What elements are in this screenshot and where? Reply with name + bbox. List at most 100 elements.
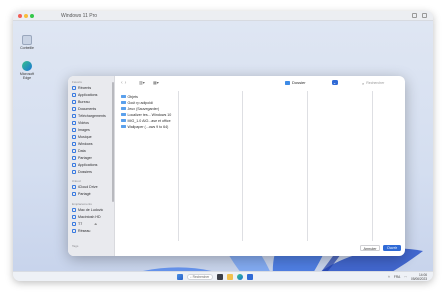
- taskbar-search[interactable]: ⌕ Rechercher: [187, 274, 213, 280]
- desktop-icon-label: Corbeille: [20, 46, 34, 50]
- laptop-icon: [72, 208, 76, 212]
- task-view-icon[interactable]: [217, 274, 223, 280]
- eject-icon[interactable]: ⏏: [94, 222, 97, 226]
- dialog-footer: Annuler Ouvrir: [115, 241, 405, 256]
- folder-icon: [285, 80, 290, 85]
- sidebar-heading: Favoris: [72, 80, 82, 84]
- music-icon: [72, 135, 76, 139]
- sidebar-item-mac[interactable]: Mac de Ludovic: [72, 207, 103, 213]
- sidebar-heading: iCloud: [72, 179, 81, 183]
- location-label: Dossier: [292, 80, 306, 85]
- file-row[interactable]: Goùt rp adipoldi: [121, 100, 177, 105]
- taskbar: ⌕ Rechercher ˄ FRA ◠ 14:06 05/06/2023: [13, 271, 433, 281]
- folder-icon: [121, 112, 126, 117]
- forward-button[interactable]: ›: [125, 80, 127, 86]
- file-row[interactable]: MIG_1.0 AIO...ase et office: [121, 118, 177, 123]
- download-icon: [72, 114, 76, 118]
- share-icon[interactable]: [422, 13, 427, 18]
- cancel-button[interactable]: Annuler: [360, 245, 380, 251]
- sidebar-item-downloads[interactable]: Téléchargements: [72, 113, 106, 119]
- desktop-icon-label: Microsoft Edge: [19, 72, 35, 80]
- back-button[interactable]: ‹: [121, 80, 123, 86]
- sidebar-item-macintosh-hd[interactable]: Macintosh HD: [72, 214, 101, 220]
- desktop-icon-recycle-bin[interactable]: Corbeille: [17, 35, 37, 50]
- sidebar-item-share[interactable]: Partager: [72, 155, 92, 161]
- browser-column[interactable]: [180, 91, 243, 241]
- location-popup[interactable]: Dossier ⌄: [285, 80, 338, 85]
- folder-icon: [72, 142, 76, 146]
- edge-icon: [22, 61, 32, 71]
- sidebar-heading: Emplacements: [72, 202, 92, 206]
- dialog-sidebar: Favoris Récents Applications Bureau Docu…: [68, 76, 115, 256]
- document-icon: [72, 107, 76, 111]
- folder-icon: [121, 94, 126, 99]
- sidebar-item-applications[interactable]: Applications: [72, 92, 97, 98]
- settings-icon[interactable]: [412, 13, 417, 18]
- sidebar-item-shared[interactable]: Partagé: [72, 191, 91, 197]
- browser-column[interactable]: [310, 91, 373, 241]
- folder-icon: [72, 170, 76, 174]
- folder-icon: [121, 100, 126, 105]
- folder-icon: [121, 118, 126, 123]
- image-icon: [72, 128, 76, 132]
- sidebar-item-images[interactable]: Images: [72, 127, 90, 133]
- video-icon: [72, 121, 76, 125]
- sidebar-heading: Tags: [72, 244, 79, 248]
- sidebar-item-music[interactable]: Musique: [72, 134, 92, 140]
- file-row[interactable]: Objets: [121, 94, 177, 99]
- browser-column[interactable]: [244, 91, 308, 241]
- sidebar-item-documents[interactable]: Documents: [72, 106, 96, 112]
- search-icon: ⌕: [362, 80, 365, 86]
- start-icon[interactable]: [177, 274, 183, 280]
- clock-icon: [72, 86, 76, 90]
- sidebar-item-recents[interactable]: Récents: [72, 85, 91, 91]
- sidebar-item-folders[interactable]: Dossiers: [72, 169, 92, 175]
- file-explorer-icon[interactable]: [227, 274, 233, 280]
- disk-icon: [72, 222, 76, 226]
- wifi-icon[interactable]: ◠: [404, 275, 407, 279]
- folder-icon: [121, 124, 126, 129]
- sidebar-item-icloud-drive[interactable]: iCloud Drive: [72, 184, 98, 190]
- sidebar-item-data[interactable]: Data: [72, 148, 86, 154]
- folder-icon: [121, 106, 126, 111]
- browser-column[interactable]: Objets Goùt rp adipoldi Jeux (Sauvegarde…: [116, 91, 179, 241]
- sidebar-scrollbar[interactable]: [112, 82, 114, 202]
- folder-icon: [72, 149, 76, 153]
- chevron-down-icon[interactable]: ⌄: [331, 80, 338, 85]
- sidebar-item-network[interactable]: Réseau: [72, 228, 90, 234]
- file-row[interactable]: Jeux (Sauvegarder): [121, 106, 177, 111]
- file-row[interactable]: Localizer tes... Windows 10: [121, 112, 177, 117]
- search-field[interactable]: ⌕ Rechercher: [362, 80, 402, 86]
- clock[interactable]: 14:06 05/06/2023: [411, 273, 427, 281]
- desktop: Corbeille Microsoft Edge Favoris Récents…: [13, 21, 433, 271]
- desktop-icon-edge[interactable]: Microsoft Edge: [17, 61, 37, 80]
- vm-titlebar: Windows 11 Pro: [13, 11, 433, 21]
- sidebar-item-videos[interactable]: Vidéos: [72, 120, 89, 126]
- column-view-icon[interactable]: ▥▾: [139, 80, 145, 85]
- apps-icon: [72, 93, 76, 97]
- minimize-window-button[interactable]: [24, 14, 28, 18]
- desktop-icon: [72, 100, 76, 104]
- clock-date: 05/06/2023: [411, 277, 427, 281]
- open-file-dialog: Favoris Récents Applications Bureau Docu…: [68, 76, 405, 256]
- edge-icon[interactable]: [237, 274, 243, 280]
- chevron-up-icon[interactable]: ˄: [388, 275, 390, 279]
- grid-view-icon[interactable]: ▦▾: [153, 80, 159, 85]
- folder-icon: [72, 156, 76, 160]
- recycle-bin-icon: [22, 35, 32, 45]
- open-button[interactable]: Ouvrir: [383, 245, 401, 251]
- disk-icon: [72, 215, 76, 219]
- maximize-window-button[interactable]: [30, 14, 34, 18]
- sidebar-item-t7[interactable]: T7 ⏏: [72, 221, 97, 227]
- sidebar-item-windows[interactable]: Windows: [72, 141, 93, 147]
- file-row[interactable]: Wallpaper (...ows 9 to 64): [121, 124, 177, 129]
- sidebar-item-applications-2[interactable]: Applications: [72, 162, 97, 168]
- dialog-toolbar: ‹ › ▥▾ ▦▾ Dossier ⌄ ⌕ Rechercher: [115, 76, 405, 90]
- cloud-icon: [72, 185, 76, 189]
- vm-window: Windows 11 Pro Corbeille Microsoft Edge …: [13, 11, 433, 281]
- language-indicator[interactable]: FRA: [394, 275, 400, 279]
- close-window-button[interactable]: [18, 14, 22, 18]
- sidebar-item-desktop[interactable]: Bureau: [72, 99, 90, 105]
- store-icon[interactable]: [247, 274, 253, 280]
- window-title: Windows 11 Pro: [61, 13, 98, 19]
